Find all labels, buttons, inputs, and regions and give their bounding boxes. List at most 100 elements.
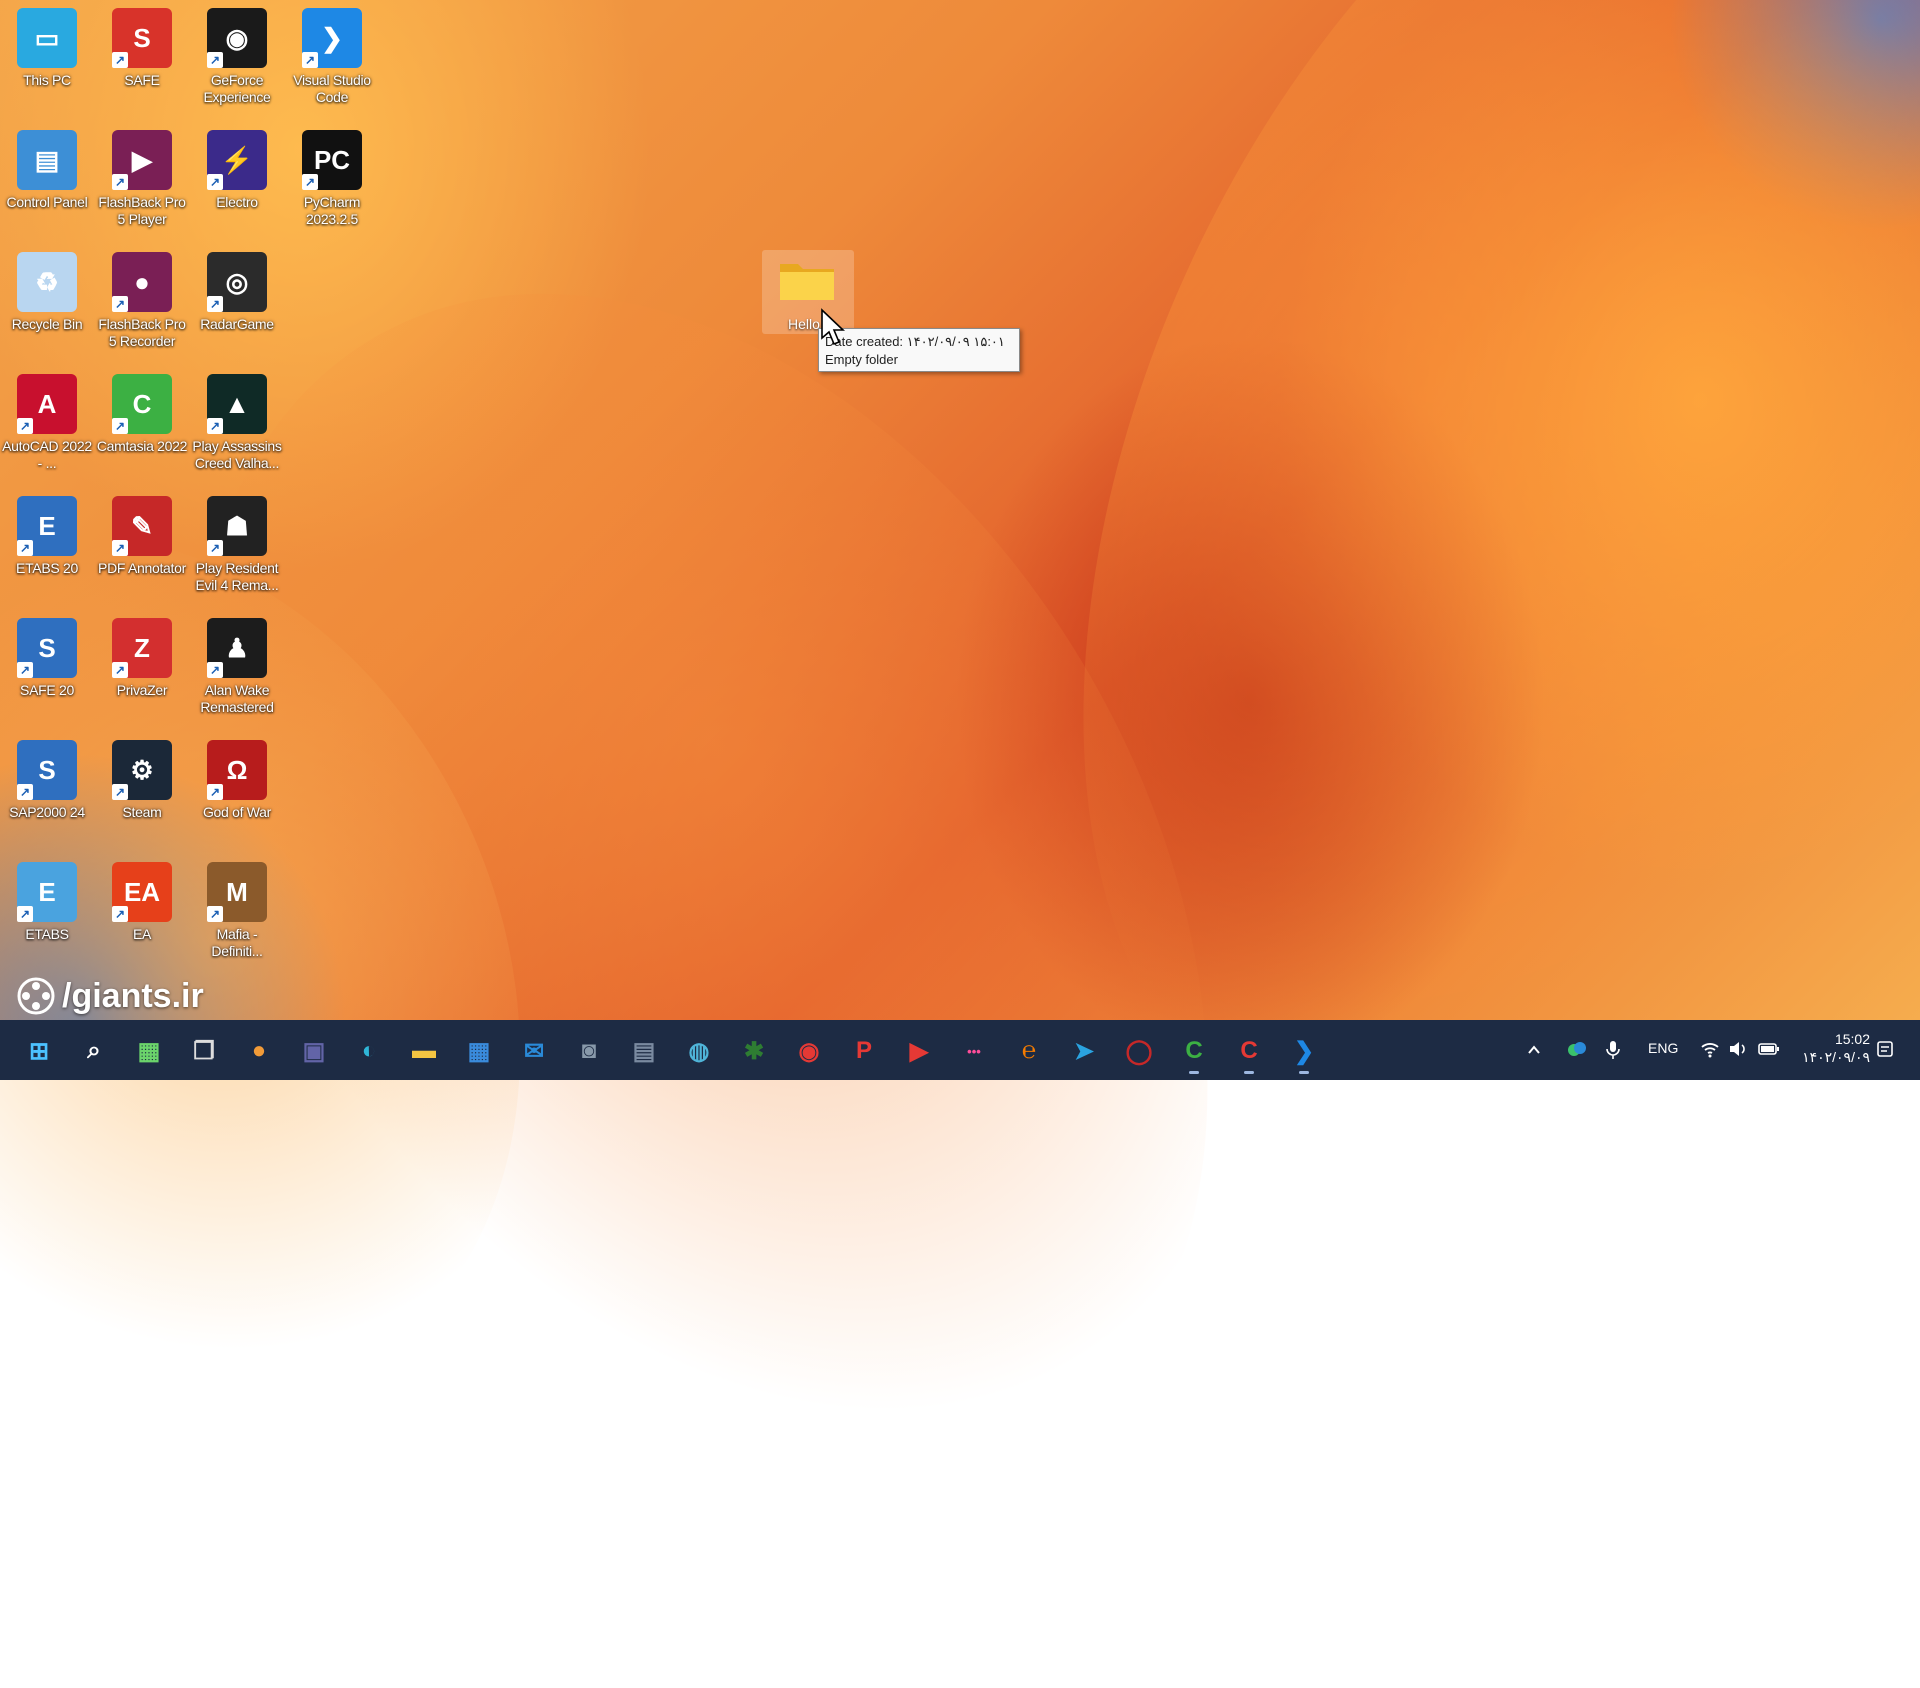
desktop-shortcut[interactable]: E ↗ ETABS — [0, 862, 94, 943]
camtasia-taskbar-icon: C — [1185, 1037, 1203, 1064]
resident-evil-icon[interactable]: ☗ ↗ — [207, 496, 267, 556]
desktop-shortcut[interactable]: ● ↗ FlashBack Pro 5 Recorder — [95, 252, 189, 350]
desktop-shortcut[interactable]: C ↗ Camtasia 2022 — [95, 374, 189, 455]
red-circle-app-button[interactable]: ◯ — [1122, 1034, 1156, 1068]
privazer-icon[interactable]: Z ↗ — [112, 618, 172, 678]
god-of-war-icon[interactable]: Ω ↗ — [207, 740, 267, 800]
meet-button[interactable]: ▣ — [297, 1034, 331, 1068]
desktop-shortcut-label: FlashBack Pro 5 Recorder — [98, 316, 186, 349]
geforce-experience-icon[interactable]: ◉ ↗ — [207, 8, 267, 68]
folder-icon[interactable] — [778, 258, 836, 302]
desktop-shortcut[interactable]: A ↗ AutoCAD 2022 - ... — [0, 374, 94, 472]
autocad-icon[interactable]: A ↗ — [17, 374, 77, 434]
folder-label[interactable]: Hello — [788, 316, 820, 332]
steam-icon[interactable]: ⚙ ↗ — [112, 740, 172, 800]
flashback-player-icon[interactable]: ▶ ↗ — [112, 130, 172, 190]
youtube-button[interactable]: ▶ — [902, 1034, 936, 1068]
desktop-shortcut[interactable]: ♟ ↗ Alan Wake Remastered — [190, 618, 284, 716]
search-button[interactable]: ⌕ — [77, 1034, 111, 1068]
desktop-shortcut[interactable]: PC ↗ PyCharm 2023.2.5 — [285, 130, 379, 228]
mafia-icon[interactable]: M ↗ — [207, 862, 267, 922]
pycharm-icon[interactable]: PC ↗ — [302, 130, 362, 190]
desktop-shortcut-label: PyCharm 2023.2.5 — [303, 194, 361, 227]
desktop-shortcut[interactable]: ▤ Control Panel — [0, 130, 94, 211]
desktop-shortcut[interactable]: ❯ ↗ Visual Studio Code — [285, 8, 379, 106]
microphone-icon[interactable] — [1606, 1040, 1620, 1060]
mail-button[interactable]: ✉ — [517, 1034, 551, 1068]
etabs-20-icon[interactable]: E ↗ — [17, 496, 77, 556]
clock[interactable]: 15:02 ۱۴۰۲/۰۹/۰۹ — [1790, 1030, 1870, 1066]
desktop-shortcut[interactable]: S ↗ SAP2000 24 — [0, 740, 94, 821]
desktop-shortcut-label: ETABS 20 — [16, 560, 78, 576]
camtasia-recorder-taskbar-button[interactable]: C — [1232, 1034, 1266, 1074]
desktop-shortcut[interactable]: ✎ ↗ PDF Annotator — [95, 496, 189, 577]
icon-glyph: ⚙ — [130, 754, 154, 785]
calculator-button[interactable]: ▤ — [627, 1034, 661, 1068]
language-indicator[interactable]: ENG — [1648, 1040, 1678, 1056]
chevron-up-icon[interactable] — [1526, 1042, 1542, 1058]
alan-wake-icon[interactable]: ♟ ↗ — [207, 618, 267, 678]
wifi-icon[interactable] — [1700, 1040, 1720, 1058]
vscode-taskbar-button[interactable]: ❯ — [1287, 1034, 1321, 1074]
desktop-shortcut[interactable]: ◎ ↗ RadarGame — [190, 252, 284, 333]
volume-icon[interactable] — [1728, 1040, 1748, 1058]
desktop-shortcut[interactable]: S ↗ SAFE 20 — [0, 618, 94, 699]
safe-20-icon[interactable]: S ↗ — [17, 618, 77, 678]
camtasia-icon[interactable]: C ↗ — [112, 374, 172, 434]
notification-app-button[interactable]: ● — [242, 1034, 276, 1068]
icon-glyph: PC — [313, 144, 351, 175]
battery-icon[interactable] — [1758, 1041, 1780, 1057]
desktop-shortcut[interactable]: ⚙ ↗ Steam — [95, 740, 189, 821]
start-button[interactable]: ⊞ — [22, 1034, 56, 1068]
flashback-recorder-icon[interactable]: ● ↗ — [112, 252, 172, 312]
dots-app-button[interactable]: ••• — [957, 1034, 991, 1068]
visual-studio-code-icon[interactable]: ❯ ↗ — [302, 8, 362, 68]
electro-icon[interactable]: ⚡ ↗ — [207, 130, 267, 190]
store-button[interactable]: ▦ — [462, 1034, 496, 1068]
tooltip-folder-status: Empty folder — [825, 352, 898, 367]
desktop-shortcut[interactable]: ▶ ↗ FlashBack Pro 5 Player — [95, 130, 189, 228]
recycle-bin-icon[interactable]: ♻ — [17, 252, 77, 312]
globe-app-button[interactable]: ◍ — [682, 1034, 716, 1068]
p-app-button[interactable]: P — [847, 1034, 881, 1068]
orange-app-button[interactable]: ℮ — [1012, 1034, 1046, 1068]
assassins-creed-icon[interactable]: ▲ ↗ — [207, 374, 267, 434]
radargame-icon[interactable]: ◎ ↗ — [207, 252, 267, 312]
task-view-button[interactable]: ❐ — [187, 1034, 221, 1068]
desktop-shortcut[interactable]: S ↗ SAFE — [95, 8, 189, 89]
desktop-shortcut[interactable]: EA ↗ EA — [95, 862, 189, 943]
chrome-button[interactable]: ◉ — [792, 1034, 826, 1068]
camera-button[interactable]: ◙ — [572, 1034, 606, 1068]
camtasia-taskbar-button[interactable]: C — [1177, 1034, 1211, 1074]
desktop-shortcut-label: AutoCAD 2022 - ... — [2, 438, 92, 471]
p-app-icon: P — [855, 1037, 872, 1064]
desktop-shortcut[interactable]: E ↗ ETABS 20 — [0, 496, 94, 577]
desktop-shortcut[interactable]: ▲ ↗ Play Assassins Creed Valha... — [190, 374, 284, 472]
telegram-button[interactable]: ➤ — [1067, 1034, 1101, 1068]
icon-glyph: S — [38, 632, 56, 663]
desktop-shortcut[interactable]: Z ↗ PrivaZer — [95, 618, 189, 699]
icon-glyph: ☗ — [225, 510, 249, 541]
desktop-shortcut[interactable]: ⚡ ↗ Electro — [190, 130, 284, 211]
this-pc-icon[interactable]: ▭ — [17, 8, 77, 68]
etabs-icon[interactable]: E ↗ — [17, 862, 77, 922]
ea-icon[interactable]: EA ↗ — [112, 862, 172, 922]
widgets-button[interactable]: ▦ — [132, 1034, 166, 1068]
file-explorer-button[interactable]: ▬ — [407, 1034, 441, 1068]
desktop-shortcut[interactable]: ▭ This PC — [0, 8, 94, 89]
notification-icon[interactable] — [1876, 1040, 1894, 1058]
desktop-shortcut-label: Recycle Bin — [11, 316, 83, 332]
pdf-annotator-icon[interactable]: ✎ ↗ — [112, 496, 172, 556]
safe-icon[interactable]: S ↗ — [112, 8, 172, 68]
sap2000-icon[interactable]: S ↗ — [17, 740, 77, 800]
cloud-status-icon[interactable] — [1566, 1040, 1588, 1060]
desktop-shortcut[interactable]: M ↗ Mafia - Definiti... — [190, 862, 284, 960]
desktop-shortcut[interactable]: ♻ Recycle Bin — [0, 252, 94, 333]
edge-button[interactable]: ◐ — [352, 1034, 386, 1068]
desktop-shortcut[interactable]: ◉ ↗ GeForce Experience — [190, 8, 284, 106]
control-panel-icon[interactable]: ▤ — [17, 130, 77, 190]
clock-time: 15:02 — [1834, 1031, 1870, 1047]
green-app-button[interactable]: ✱ — [737, 1034, 771, 1068]
desktop-shortcut[interactable]: Ω ↗ God of War — [190, 740, 284, 821]
desktop-shortcut[interactable]: ☗ ↗ Play Resident Evil 4 Rema... — [190, 496, 284, 594]
